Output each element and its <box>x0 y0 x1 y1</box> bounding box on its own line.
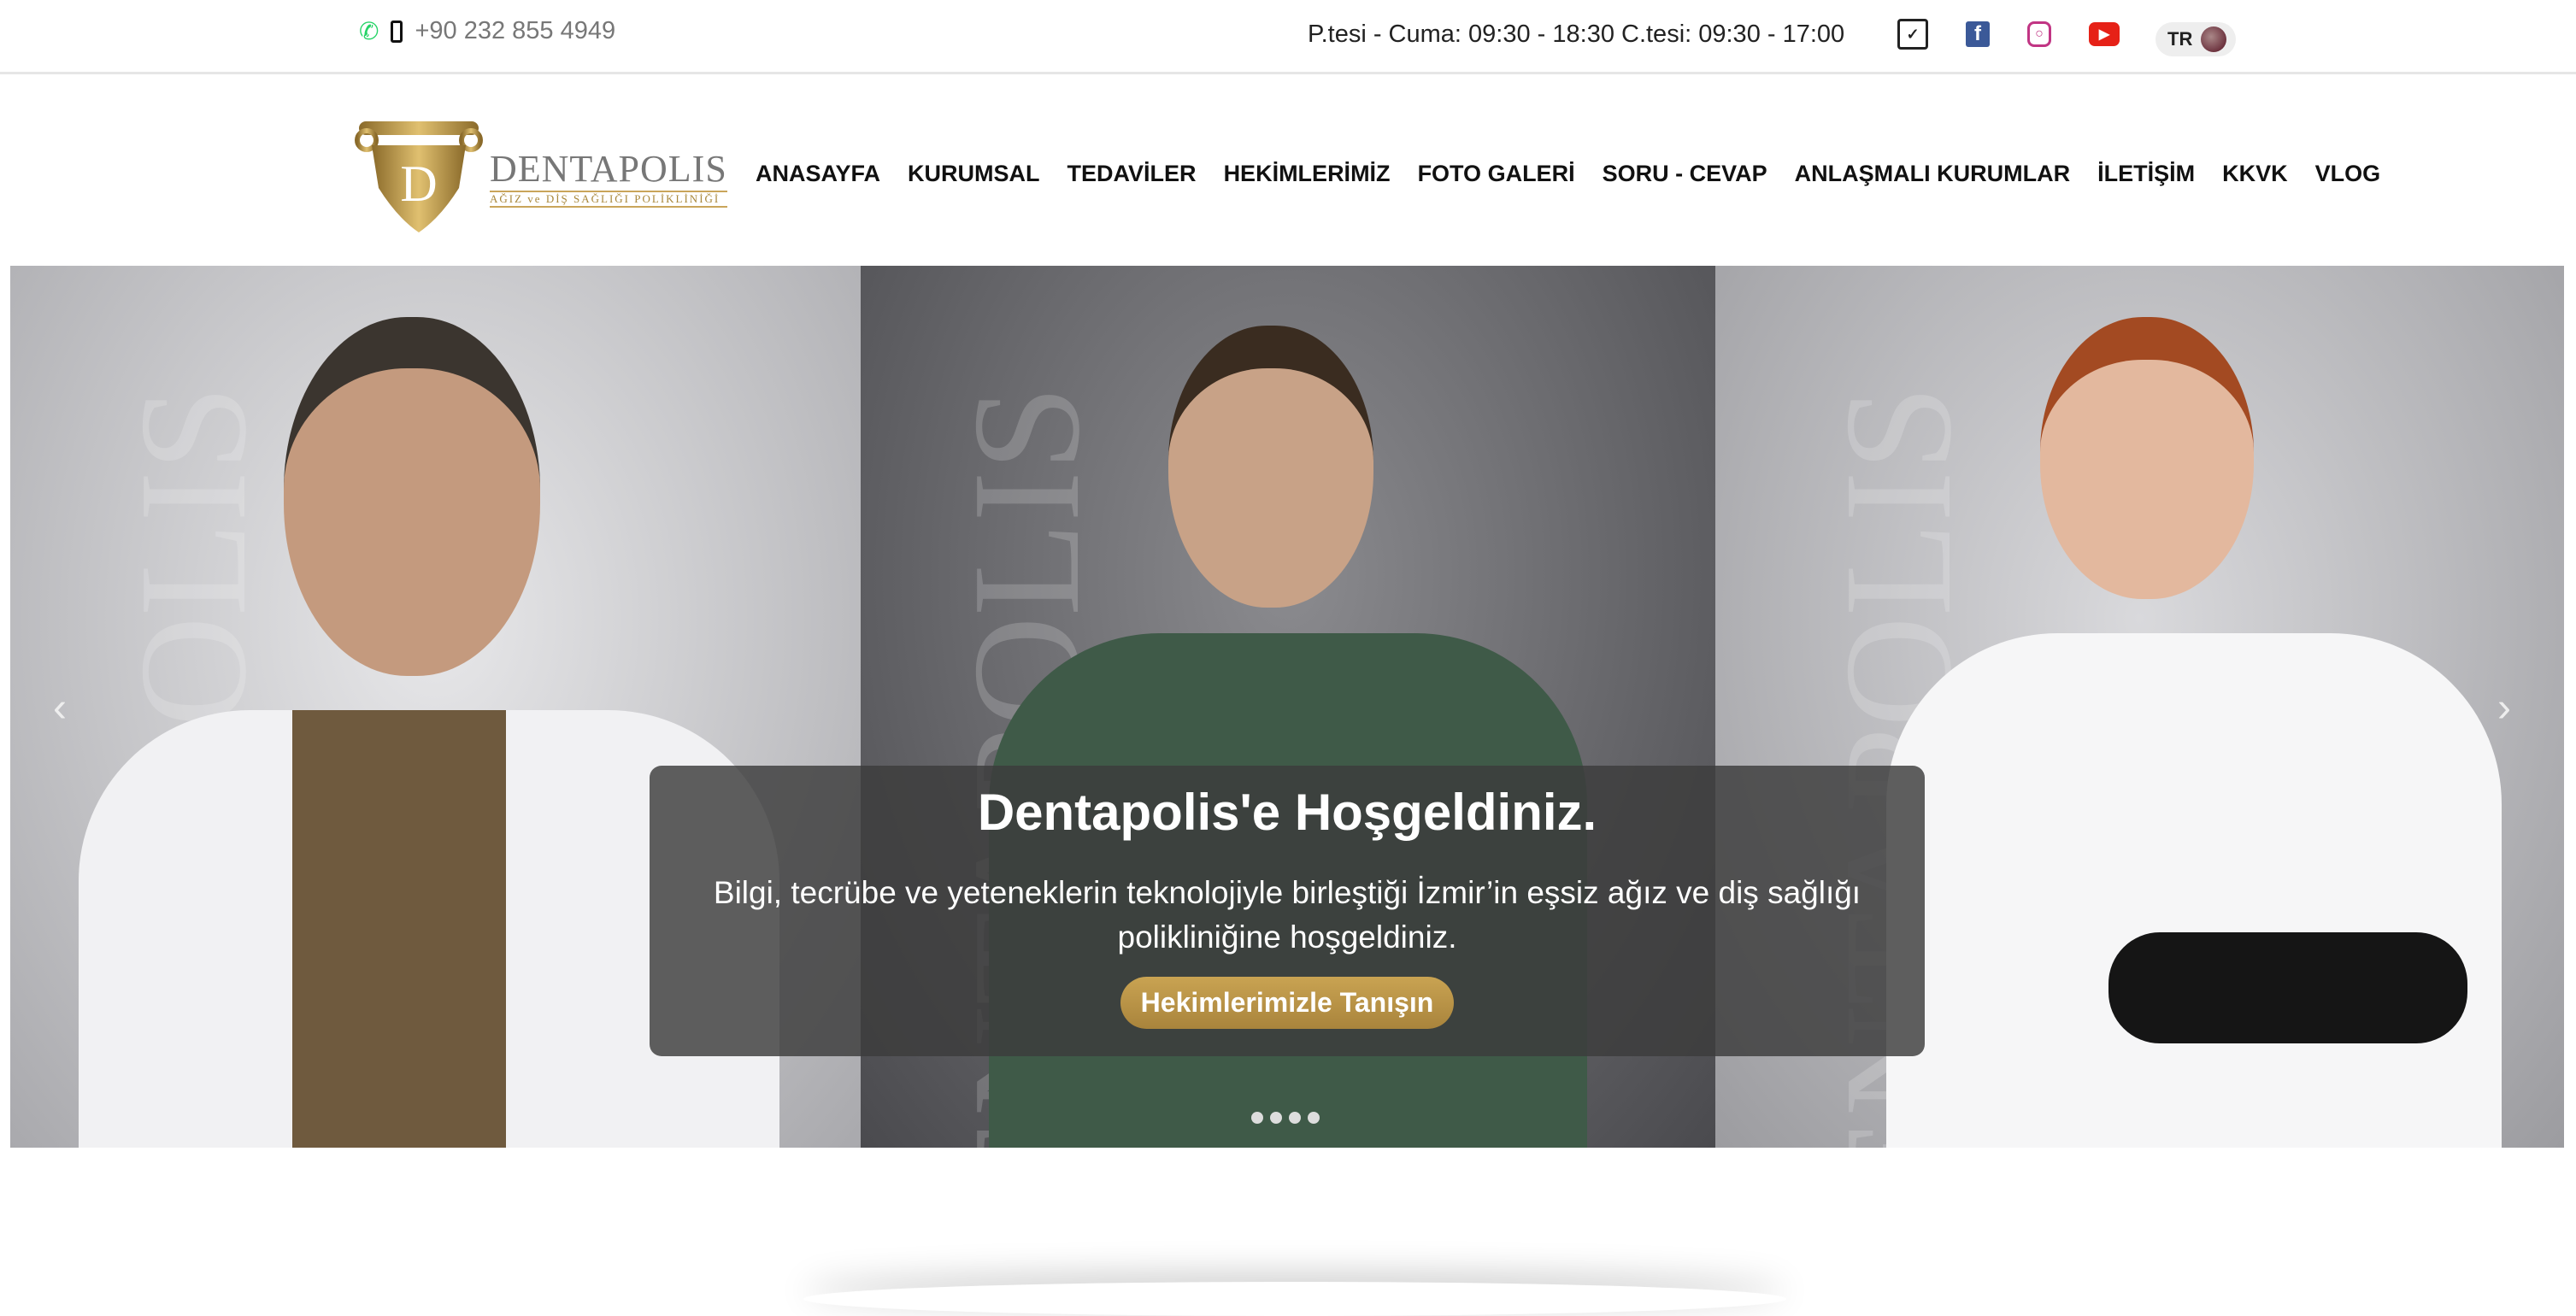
nav-soru-cevap[interactable]: SORU - CEVAP <box>1603 161 1767 187</box>
top-bar: ✆ +90 232 855 4949 P.tesi - Cuma: 09:30 … <box>0 0 2576 74</box>
slide-indicators <box>1251 1112 1320 1124</box>
nav-anlasmali-kurumlar[interactable]: ANLAŞMALI KURUMLAR <box>1795 161 2070 187</box>
instagram-icon[interactable]: ○ <box>2027 21 2051 47</box>
opening-hours: P.tesi - Cuma: 09:30 - 18:30 C.tesi: 09:… <box>1308 21 1845 48</box>
next-slide-arrow-icon[interactable]: › <box>2497 684 2511 731</box>
contact-info: ✆ +90 232 855 4949 <box>359 17 615 45</box>
logo-shield-icon: D <box>355 120 483 235</box>
mail-icon[interactable]: ✓ <box>1897 19 1928 50</box>
slide-dot-4[interactable] <box>1308 1112 1320 1124</box>
nav-kurumsal[interactable]: KURUMSAL <box>908 161 1040 187</box>
svg-text:D: D <box>400 156 437 212</box>
turkey-flag-icon <box>2201 26 2227 52</box>
slide-dot-3[interactable] <box>1289 1112 1301 1124</box>
header: D DENTAPOLIS AĞIZ ve DİŞ SAĞLIĞI POLİKLİ… <box>0 77 2576 265</box>
hero-subtitle: Bilgi, tecrübe ve yeteneklerin teknoloji… <box>713 875 1861 955</box>
brand-tagline: AĞIZ ve DİŞ SAĞLIĞI POLİKLİNİĞİ <box>490 191 727 208</box>
facebook-icon[interactable]: f <box>1966 21 1990 47</box>
phone-number[interactable]: +90 232 855 4949 <box>415 17 615 45</box>
slide-dot-1[interactable] <box>1251 1112 1263 1124</box>
youtube-icon[interactable]: ▶ <box>2089 22 2120 46</box>
hero-title: Dentapolis'e Hoşgeldiniz. <box>977 784 1597 841</box>
hero-slider: DENTAPOLIS DENTAPOLIS DENTAPOLIS ‹ › Den… <box>10 266 2564 1148</box>
nav-anasayfa[interactable]: ANASAYFA <box>756 161 880 187</box>
nav-foto-galeri[interactable]: FOTO GALERİ <box>1418 161 1575 187</box>
language-code: TR <box>2167 28 2193 50</box>
section-shadow <box>803 1282 1786 1316</box>
hero-caption: Dentapolis'e Hoşgeldiniz. Bilgi, tecrübe… <box>650 766 1925 1056</box>
nav-iletisim[interactable]: İLETİŞİM <box>2097 161 2195 187</box>
nav-vlog[interactable]: VLOG <box>2315 161 2381 187</box>
prev-slide-arrow-icon[interactable]: ‹ <box>53 684 67 731</box>
nav-hekimlerimiz[interactable]: HEKİMLERİMİZ <box>1224 161 1391 187</box>
main-nav: ANASAYFA KURUMSAL TEDAVİLER HEKİMLERİMİZ… <box>756 161 2380 187</box>
nav-kkvk[interactable]: KKVK <box>2222 161 2288 187</box>
slide-dot-2[interactable] <box>1270 1112 1282 1124</box>
whatsapp-icon[interactable]: ✆ <box>359 17 379 45</box>
logo[interactable]: D DENTAPOLIS AĞIZ ve DİŞ SAĞLIĞI POLİKLİ… <box>355 120 727 235</box>
nav-tedaviler[interactable]: TEDAVİLER <box>1067 161 1197 187</box>
language-switcher[interactable]: TR <box>2155 22 2236 56</box>
mobile-phone-icon <box>391 20 403 43</box>
meet-doctors-button[interactable]: Hekimlerimizle Tanışın <box>1120 977 1455 1029</box>
brand-name: DENTAPOLIS <box>490 148 727 190</box>
